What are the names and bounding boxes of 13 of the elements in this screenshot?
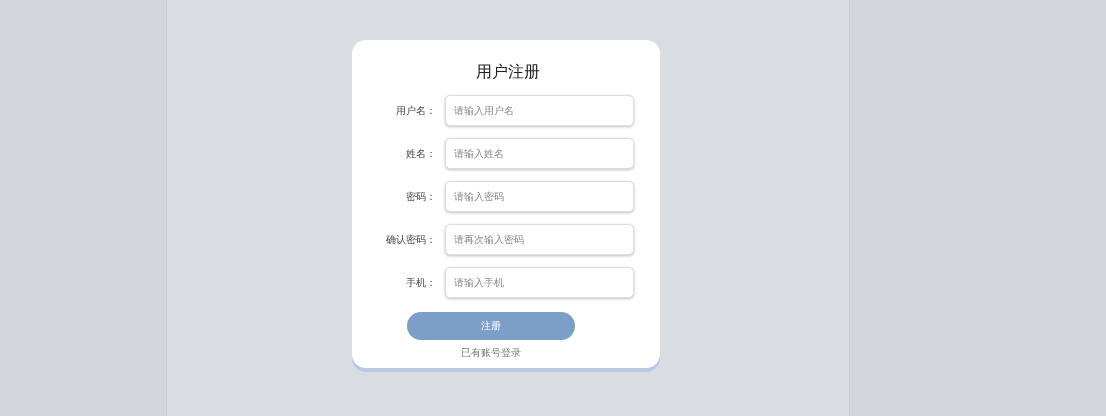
input-field[interactable]: 请再次输入密码 [445, 224, 634, 255]
input-field[interactable]: 请输入姓名 [445, 138, 634, 169]
field-label: 手机： [405, 275, 436, 290]
input-field[interactable]: 请输入用户名 [445, 95, 634, 126]
input-field[interactable]: 请输入密码 [445, 181, 634, 212]
field-label: 用户名： [395, 103, 436, 118]
form-title: 用户注册 [476, 62, 540, 83]
field-label: 确认密码： [385, 232, 436, 247]
register-button[interactable]: 注册 [407, 312, 575, 340]
login-link[interactable]: 已有账号登录 [461, 346, 521, 360]
input-field[interactable]: 请输入手机 [445, 267, 634, 298]
field-label: 姓名： [405, 146, 436, 161]
field-label: 密码： [405, 189, 436, 204]
